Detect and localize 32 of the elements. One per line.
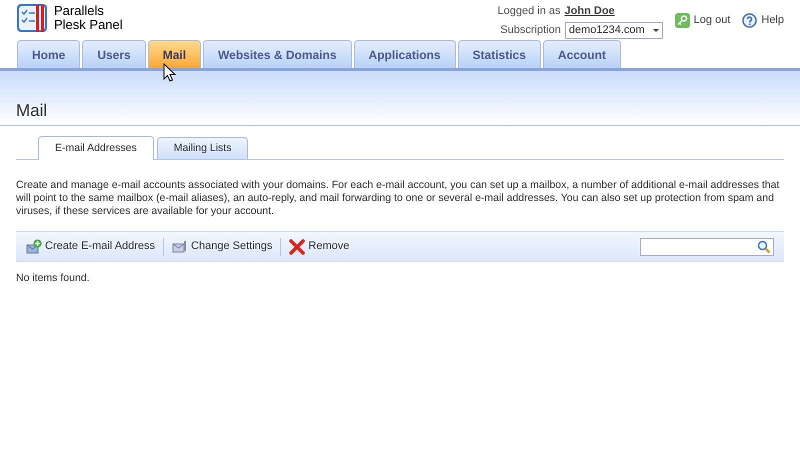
help-link[interactable]: Help — [742, 12, 784, 28]
toolbar-button[interactable]: Change Settings — [172, 238, 272, 255]
search-icon — [757, 240, 771, 254]
toolbar-button[interactable]: Create E-mail Address — [26, 238, 156, 255]
subscription-dropdown[interactable]: demo1234.com — [564, 22, 663, 38]
toolbar-button[interactable]: Remove — [289, 238, 350, 255]
checklist-logo-icon — [16, 3, 48, 33]
subscription-label: Subscription — [500, 22, 561, 38]
product-name: Parallels — [54, 4, 105, 18]
sub-tab[interactable]: E-mail Addresses — [38, 136, 154, 160]
nav-tab[interactable]: Websites & Domains — [203, 40, 352, 68]
nav-tab[interactable]: Users — [82, 40, 146, 68]
nav-tab[interactable]: Mail — [148, 40, 202, 68]
page-title: Mail — [16, 102, 48, 119]
empty-message: No items found. — [16, 271, 91, 286]
help-icon — [742, 12, 758, 28]
nav-tab[interactable]: Home — [17, 40, 80, 68]
user-name-link[interactable]: John Doe — [564, 3, 615, 20]
key-icon — [674, 12, 690, 28]
nav-tab[interactable]: Statistics — [458, 40, 541, 68]
nav-tab[interactable]: Applications — [354, 40, 456, 68]
mail-settings-icon — [172, 238, 188, 254]
mail-add-icon — [26, 238, 42, 254]
sub-tab[interactable]: Mailing Lists — [156, 137, 248, 159]
remove-icon — [289, 238, 306, 254]
logged-in-label: Logged in as — [498, 4, 561, 19]
product-name: Plesk Panel — [54, 18, 123, 32]
search-field[interactable] — [640, 238, 774, 256]
nav-tab[interactable]: Account — [542, 40, 621, 68]
cursor-icon — [163, 63, 176, 82]
logout-link[interactable]: Log out — [674, 12, 730, 28]
description-text: Create and manage e-mail accounts associated with your domains. For each e-mail account, you can set up a mailbox, a number of additional e-mail addresses that will point to the same mailbox (e-mail aliases), an auto-reply, and mail forwarding to one or several e-mail addresses. You can also set up protection from spam and viruses, if these services are available for your account. — [16, 179, 780, 218]
